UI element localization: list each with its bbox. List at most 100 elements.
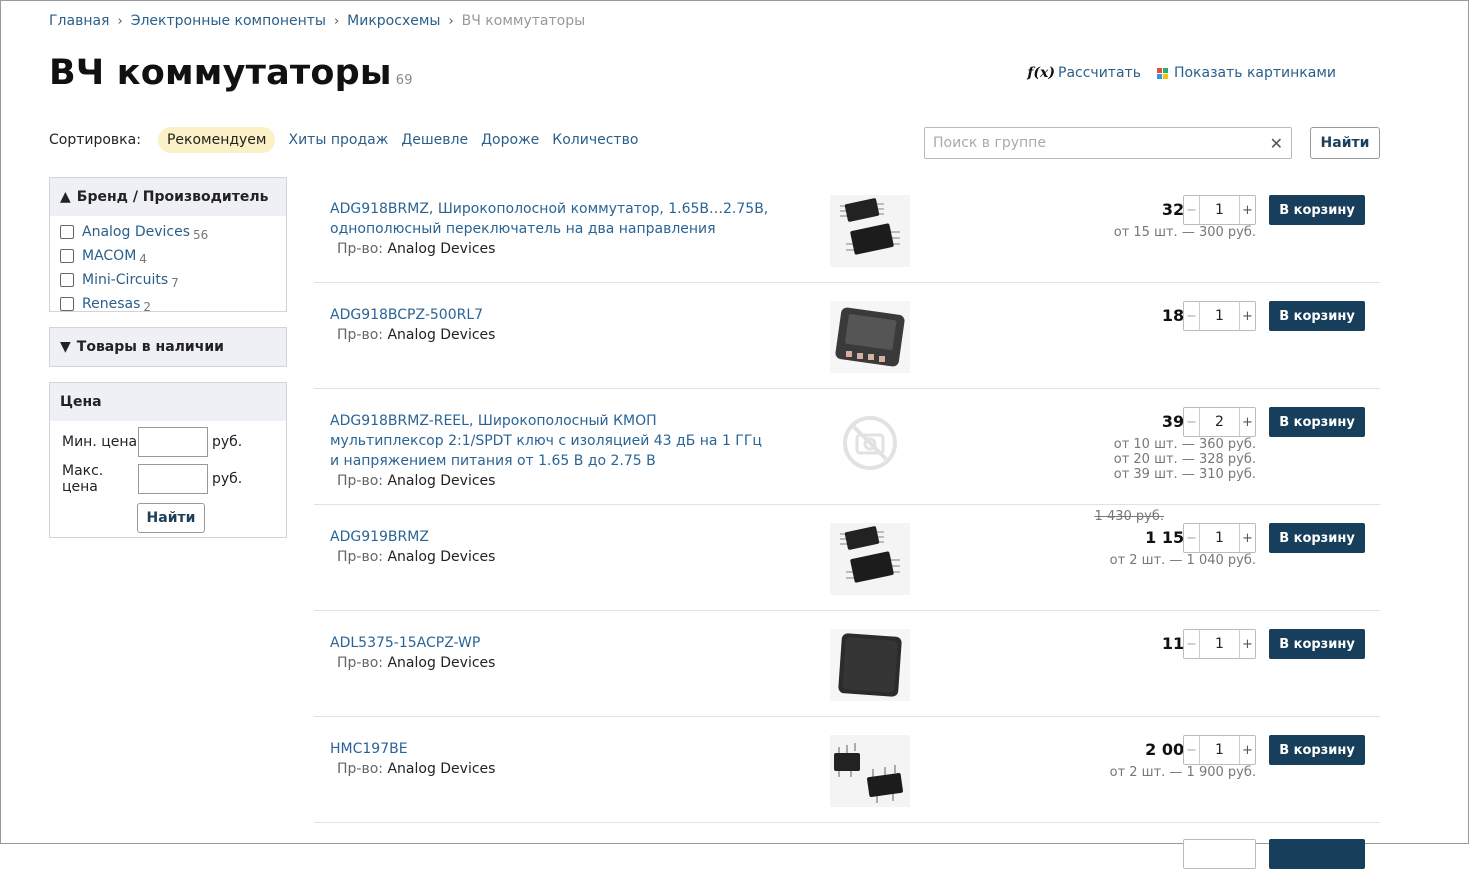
- brand-filter-header[interactable]: ▲ Бренд / Производитель: [50, 178, 286, 216]
- show-images-link[interactable]: Показать картинками: [1156, 65, 1336, 81]
- add-to-cart-button[interactable]: В корзину: [1269, 523, 1365, 553]
- maker-name: Analog Devices: [387, 549, 496, 565]
- brand-count: 56: [193, 228, 209, 242]
- breadcrumb-home[interactable]: Главная: [49, 13, 109, 29]
- quantity-stepper: − 1 +: [1183, 735, 1256, 765]
- product-name-link[interactable]: ADG918BRMZ, Широкополосной коммутатор, 1…: [330, 201, 768, 237]
- calculate-label: Рассчитать: [1058, 65, 1141, 81]
- sort-option-recommended[interactable]: Рекомендуем: [157, 127, 276, 153]
- qty-plus-button[interactable]: +: [1239, 630, 1255, 658]
- qty-plus-button[interactable]: +: [1239, 302, 1255, 330]
- qty-plus-button[interactable]: +: [1239, 408, 1255, 436]
- min-price-row: Мин. цена руб.: [50, 427, 286, 457]
- brand-count: 2: [143, 300, 152, 314]
- brand-checkbox[interactable]: [60, 297, 74, 311]
- brand-label[interactable]: Mini-Circuits: [82, 272, 168, 288]
- breadcrumb-electronic-components[interactable]: Электронные компоненты: [131, 13, 326, 29]
- price-filter-button[interactable]: Найти: [137, 503, 205, 533]
- price-tiers: от 15 шт. — 300 руб.: [1114, 225, 1256, 240]
- product-name-link[interactable]: ADL5375-15ACPZ-WP: [330, 635, 480, 651]
- maker-label: Пр-во:: [337, 241, 383, 257]
- brand-label[interactable]: Renesas: [82, 296, 140, 312]
- brand-checkbox[interactable]: [60, 273, 74, 287]
- product-name-link[interactable]: HMC197BE: [330, 741, 408, 757]
- qty-minus-button[interactable]: −: [1184, 408, 1200, 436]
- product-image-qfn[interactable]: [830, 629, 910, 701]
- quantity-stepper: − 2 +: [1183, 407, 1256, 437]
- qty-input[interactable]: 1: [1200, 630, 1239, 658]
- product-image-msop[interactable]: [830, 523, 910, 595]
- brand-item[interactable]: Mini-Circuits 7: [60, 268, 276, 292]
- qty-minus-button[interactable]: −: [1184, 524, 1200, 552]
- product-info: ADG918BRMZ, Широкополосной коммутатор, 1…: [330, 199, 770, 259]
- calculate-link[interactable]: f(x) Рассчитать: [1027, 65, 1141, 81]
- brand-item[interactable]: Analog Devices 56: [60, 220, 276, 244]
- brand-label[interactable]: Analog Devices: [82, 224, 190, 240]
- max-price-row: Макс. цена руб.: [50, 463, 286, 495]
- product-row: ADL5375-15ACPZ-WP Пр-во: Analog Devices …: [314, 611, 1380, 717]
- qty-minus-button[interactable]: −: [1184, 630, 1200, 658]
- qty-minus-button[interactable]: −: [1184, 736, 1200, 764]
- breadcrumb-separator: ›: [448, 13, 454, 29]
- qty-input[interactable]: 1: [1200, 736, 1239, 764]
- product-image-lfcsp[interactable]: [830, 301, 910, 373]
- product-row: [314, 823, 1380, 869]
- price-filter-header: Цена: [50, 383, 286, 421]
- add-to-cart-button[interactable]: В корзину: [1269, 735, 1365, 765]
- qty-plus-button[interactable]: +: [1239, 736, 1255, 764]
- search-button[interactable]: Найти: [1310, 127, 1380, 159]
- breadcrumb-microchips[interactable]: Микросхемы: [347, 13, 440, 29]
- product-row: ADG918BRMZ-REEL, Широкополосный КМОП мул…: [314, 389, 1380, 505]
- maker-name: Analog Devices: [387, 761, 496, 777]
- close-icon[interactable]: ✕: [1270, 134, 1283, 153]
- sort-option-hits[interactable]: Хиты продаж: [288, 132, 388, 148]
- qty-plus-button[interactable]: +: [1239, 524, 1255, 552]
- product-maker: Пр-во: Analog Devices: [330, 471, 770, 491]
- product-count: 69: [395, 73, 413, 88]
- qty-plus-button[interactable]: +: [1239, 196, 1255, 224]
- sort-bar: Сортировка: Рекомендуем Хиты продаж Деше…: [49, 127, 638, 153]
- product-image-sot[interactable]: [830, 735, 910, 807]
- add-to-cart-button[interactable]: В корзину: [1269, 629, 1365, 659]
- quantity-stepper: − 1 +: [1183, 301, 1256, 331]
- stock-filter-title: Товары в наличии: [76, 339, 224, 355]
- product-name-link[interactable]: ADG919BRMZ: [330, 529, 429, 545]
- sort-option-cheaper[interactable]: Дешевле: [401, 132, 468, 148]
- price-filter-panel: Цена Мин. цена руб. Макс. цена руб. Найт…: [49, 382, 287, 538]
- min-price-label: Мин. цена: [62, 434, 138, 450]
- add-to-cart-button[interactable]: В корзину: [1269, 407, 1365, 437]
- product-row: ADG918BCPZ-500RL7 Пр-во: Analog Devices …: [314, 283, 1380, 389]
- price-tiers: от 2 шт. — 1 040 руб.: [1095, 553, 1256, 568]
- maker-name: Analog Devices: [387, 655, 496, 671]
- brand-count: 4: [139, 252, 147, 266]
- search-input[interactable]: [925, 128, 1255, 158]
- product-name-link[interactable]: ADG918BRMZ-REEL, Широкополосный КМОП мул…: [330, 413, 762, 469]
- brand-checkbox[interactable]: [60, 249, 74, 263]
- qty-input[interactable]: 1: [1200, 196, 1239, 224]
- quantity-stepper: − 1 +: [1183, 523, 1256, 553]
- maker-name: Analog Devices: [387, 327, 496, 343]
- sort-option-expensive[interactable]: Дороже: [481, 132, 539, 148]
- add-to-cart-button[interactable]: В корзину: [1269, 195, 1365, 225]
- product-name-link[interactable]: ADG918BCPZ-500RL7: [330, 307, 483, 323]
- price-tiers: от 10 шт. — 360 руб. от 20 шт. — 328 руб…: [1114, 437, 1256, 482]
- brand-item[interactable]: Renesas 2: [60, 292, 276, 316]
- stock-filter-header[interactable]: ▼ Товары в наличии: [50, 328, 286, 366]
- qty-minus-button[interactable]: −: [1184, 196, 1200, 224]
- min-price-input[interactable]: [138, 427, 208, 457]
- qty-minus-button[interactable]: −: [1184, 302, 1200, 330]
- brand-item[interactable]: MACOM 4: [60, 244, 276, 268]
- max-price-input[interactable]: [138, 464, 208, 494]
- qty-input[interactable]: 2: [1200, 408, 1239, 436]
- brand-checkbox[interactable]: [60, 225, 74, 239]
- product-image-msop[interactable]: [830, 195, 910, 267]
- qty-input[interactable]: 1: [1200, 524, 1239, 552]
- add-to-cart-button[interactable]: В корзину: [1269, 301, 1365, 331]
- product-maker: Пр-во: Analog Devices: [330, 653, 770, 673]
- product-maker: Пр-во: Analog Devices: [330, 547, 770, 567]
- stock-filter-panel: ▼ Товары в наличии: [49, 327, 287, 367]
- brand-label[interactable]: MACOM: [82, 248, 136, 264]
- price-tiers: от 2 шт. — 1 900 руб.: [1110, 765, 1256, 780]
- sort-option-quantity[interactable]: Количество: [552, 132, 638, 148]
- qty-input[interactable]: 1: [1200, 302, 1239, 330]
